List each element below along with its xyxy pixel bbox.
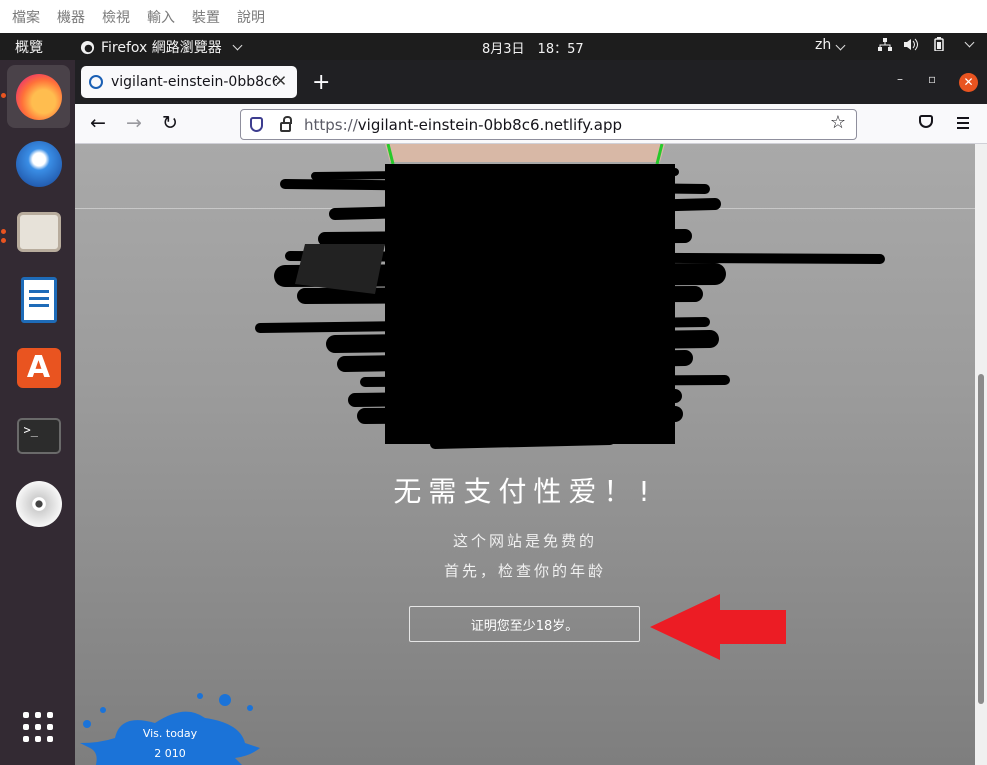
system-tray[interactable]	[878, 37, 975, 51]
lang-label: zh	[815, 37, 832, 53]
battery-icon	[934, 37, 944, 51]
menu-view[interactable]: 檢視	[102, 7, 130, 27]
verify-age-button[interactable]: 证明您至少18岁。	[409, 606, 640, 642]
writer-icon	[20, 276, 57, 323]
dock-files[interactable]	[7, 200, 70, 263]
gnome-top-bar: 概覽 Firefox 網路瀏覽器 8月3日 18：57 zh	[0, 33, 987, 60]
forward-button[interactable]: →	[126, 112, 142, 134]
counter-label: Vis. today	[142, 727, 198, 740]
new-tab-button[interactable]: +	[312, 70, 330, 95]
page-scrollbar[interactable]	[975, 144, 987, 765]
minimize-icon[interactable]: –	[897, 72, 903, 86]
url-host: vigilant-einstein-0bb8c6.netlify.app	[357, 115, 622, 134]
dock: A >_	[0, 60, 75, 765]
lock-icon[interactable]	[280, 116, 292, 132]
running-indicator	[1, 238, 6, 243]
menu-help[interactable]: 說明	[237, 7, 265, 27]
firefox-small-icon	[80, 40, 95, 54]
dock-software[interactable]: A	[7, 336, 70, 399]
vm-menu-bar: 檔案 機器 檢視 輸入 裝置 說明	[0, 0, 987, 33]
subtitle-free: 这个网站是免费的	[452, 532, 597, 550]
page-content: 无需支付性爱！! 这个网站是免费的 首先，检查你的年龄 证明您至少18岁。 Vi…	[75, 144, 975, 765]
favicon-icon	[89, 75, 103, 89]
tab-active[interactable]: vigilant-einstein-0bb8c6.n ✕	[81, 66, 297, 98]
menu-machine[interactable]: 機器	[57, 7, 85, 27]
url-bar[interactable]: https://vigilant-einstein-0bb8c6.netlify…	[240, 109, 857, 140]
url-text: https://vigilant-einstein-0bb8c6.netlify…	[304, 116, 622, 134]
bookmark-star-icon[interactable]: ☆	[830, 112, 846, 133]
chevron-down-icon	[964, 37, 975, 47]
volume-icon	[904, 38, 918, 50]
activities-button[interactable]: 概覽	[15, 37, 43, 57]
dock-firefox[interactable]	[7, 65, 70, 128]
url-scheme: https://	[304, 115, 358, 134]
tab-title: vigilant-einstein-0bb8c6.n	[111, 74, 277, 90]
maximize-icon[interactable]: ▫	[928, 72, 936, 86]
dock-dvd[interactable]	[7, 472, 70, 535]
menu-icon[interactable]	[957, 117, 969, 129]
chevron-down-icon	[835, 40, 846, 51]
terminal-icon: >_	[16, 417, 61, 454]
software-icon: A	[16, 347, 61, 388]
arrow-left-icon	[650, 594, 786, 660]
menu-devices[interactable]: 裝置	[192, 7, 220, 27]
network-icon	[878, 37, 892, 51]
close-tab-icon[interactable]: ✕	[274, 72, 287, 90]
files-icon	[16, 211, 61, 252]
pocket-icon[interactable]	[919, 115, 933, 128]
dvd-icon	[15, 480, 62, 527]
reload-button[interactable]: ↻	[162, 112, 178, 134]
chevron-down-icon	[232, 40, 243, 50]
window-close-icon[interactable]: ✕	[959, 73, 978, 92]
redacted-image	[255, 144, 885, 449]
thunderbird-icon	[15, 140, 62, 187]
input-language[interactable]: zh	[815, 37, 846, 53]
tab-bar: vigilant-einstein-0bb8c6.n ✕ + – ▫ ✕	[75, 60, 987, 104]
nav-bar: ← → ↻ https://vigilant-einstein-0bb8c6.n…	[75, 104, 987, 144]
dock-thunderbird[interactable]	[7, 132, 70, 195]
tracking-shield-icon[interactable]	[250, 117, 263, 132]
running-indicator	[1, 229, 6, 234]
menu-input[interactable]: 輸入	[147, 7, 175, 27]
back-button[interactable]: ←	[90, 112, 106, 134]
running-indicator	[1, 93, 6, 98]
clock[interactable]: 8月3日 18：57	[482, 38, 584, 57]
menu-file[interactable]: 檔案	[12, 7, 40, 27]
counter-value: 2 010	[154, 747, 186, 760]
app-menu[interactable]: Firefox 網路瀏覽器	[80, 37, 243, 57]
dock-terminal[interactable]: >_	[7, 404, 70, 467]
scrollbar-thumb[interactable]	[978, 374, 984, 704]
firefox-icon	[15, 73, 62, 120]
subtitle-age: 首先，检查你的年龄	[443, 562, 606, 580]
show-applications[interactable]	[7, 696, 70, 759]
apps-grid-icon	[22, 711, 55, 744]
dock-writer[interactable]	[7, 268, 70, 331]
app-menu-label: Firefox 網路瀏覽器	[101, 40, 222, 56]
headline: 无需支付性爱！!	[393, 475, 657, 508]
